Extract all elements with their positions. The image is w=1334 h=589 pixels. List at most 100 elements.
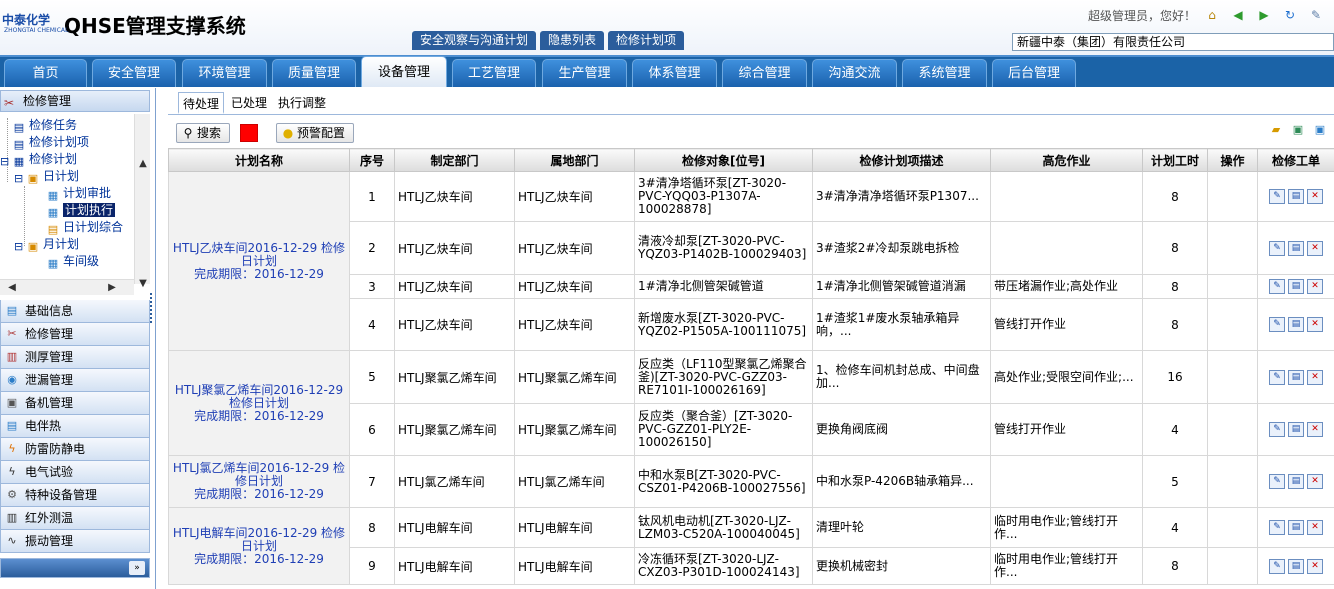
nav-tab-safety[interactable]: 安全管理 <box>92 59 176 87</box>
delete-order-icon[interactable]: ✕ <box>1307 369 1323 385</box>
view-order-icon[interactable]: ▤ <box>1288 520 1304 535</box>
plan-name-link[interactable]: HTLJ电解车间2016-12-29 检修日计划 <box>172 526 346 553</box>
alert-config-button[interactable]: ● 预警配置 <box>276 123 355 143</box>
col-seq[interactable]: 序号 <box>349 148 395 172</box>
delete-order-icon[interactable]: ✕ <box>1307 422 1323 437</box>
delete-order-icon[interactable]: ✕ <box>1307 240 1323 256</box>
nav-tab-environment[interactable]: 环境管理 <box>182 59 267 87</box>
table-row[interactable]: HTLJ乙炔车间2016-12-29 检修日计划 完成期限：2016-12-29 1… <box>168 171 1334 351</box>
plan-name-cell[interactable]: HTLJ氯乙烯车间2016-12-29 检修日计划 完成期限：2016-12-29 <box>168 455 350 508</box>
search-button[interactable]: ⚲ 搜索 <box>176 123 231 143</box>
module-vibration[interactable]: ∿ 振动管理 <box>0 530 150 553</box>
delete-order-icon[interactable]: ✕ <box>1307 317 1323 332</box>
tab-processed[interactable]: 已处理 <box>227 92 271 114</box>
red-status-button[interactable] <box>240 124 259 142</box>
nav-tab-system-admin[interactable]: 系统管理 <box>902 59 987 87</box>
tree-item-daily-plan[interactable]: ⊟ ▣ 日计划 <box>14 168 79 185</box>
tree-vertical-scrollbar[interactable]: ▲ ▼ <box>134 114 151 289</box>
tree-item-workshop[interactable]: ▦ 车间级 <box>46 253 99 270</box>
col-hours[interactable]: 计划工时 <box>1142 148 1208 172</box>
edit-order-icon[interactable]: ✎ <box>1269 474 1285 489</box>
nav-tab-equipment[interactable]: 设备管理 <box>361 56 447 87</box>
tree-horizontal-scrollbar[interactable]: ◀ ▶ <box>0 279 134 295</box>
table-row[interactable]: HTLJ聚氯乙烯车间2016-12-29 检修日计划 完成期限：2016-12-2… <box>168 350 1334 456</box>
col-description[interactable]: 检修计划项描述 <box>812 148 991 172</box>
table-row[interactable]: HTLJ电解车间2016-12-29 检修日计划 完成期限：2016-12-29 8… <box>168 507 1334 585</box>
plan-name-link[interactable]: HTLJ聚氯乙烯车间2016-12-29 检修日计划 <box>172 383 346 410</box>
view-order-icon[interactable]: ▤ <box>1288 474 1304 489</box>
nav-tab-communication[interactable]: 沟通交流 <box>812 59 897 87</box>
subtab-hazard-list[interactable]: 隐患列表 <box>540 31 605 50</box>
view-order-icon[interactable]: ▤ <box>1288 369 1304 385</box>
import-icon[interactable]: ▣ <box>1290 122 1306 138</box>
nav-tab-integrated[interactable]: 综合管理 <box>722 59 807 87</box>
nav-tab-system-mgmt[interactable]: 体系管理 <box>632 59 717 87</box>
view-order-icon[interactable]: ▤ <box>1288 279 1304 294</box>
nav-tab-home[interactable]: 首页 <box>4 59 87 87</box>
module-infrared[interactable]: ▥ 红外测温 <box>0 507 150 530</box>
delete-order-icon[interactable]: ✕ <box>1307 279 1323 294</box>
nav-tab-backend[interactable]: 后台管理 <box>992 59 1076 87</box>
delete-order-icon[interactable]: ✕ <box>1307 474 1323 489</box>
view-order-icon[interactable]: ▤ <box>1288 189 1304 204</box>
col-operation[interactable]: 操作 <box>1207 148 1258 172</box>
module-electric-heat[interactable]: ▤ 电伴热 <box>0 415 150 438</box>
module-special-equipment[interactable]: ⚙ 特种设备管理 <box>0 484 150 507</box>
scroll-up-icon[interactable]: ▲ <box>135 156 151 172</box>
tools-icon[interactable]: ✎ <box>1308 7 1324 23</box>
forward-icon[interactable]: ▶ <box>1256 7 1272 23</box>
plan-name-cell[interactable]: HTLJ电解车间2016-12-29 检修日计划 完成期限：2016-12-29 <box>168 507 350 585</box>
tree-item-tasks[interactable]: ▤ 检修任务 <box>12 117 77 134</box>
scroll-right-icon[interactable]: ▶ <box>104 280 120 296</box>
module-maintenance[interactable]: ✂ 检修管理 <box>0 323 150 346</box>
tree-item-daily-summary[interactable]: ▤ 日计划综合 <box>46 219 123 236</box>
tree-item-approval[interactable]: ▦ 计划审批 <box>46 185 111 202</box>
panel-splitter[interactable] <box>150 293 154 323</box>
module-lightning[interactable]: ϟ 防雷防静电 <box>0 438 150 461</box>
col-high-risk[interactable]: 高危作业 <box>990 148 1143 172</box>
plan-name-cell[interactable]: HTLJ乙炔车间2016-12-29 检修日计划 完成期限：2016-12-29 <box>168 171 350 351</box>
edit-order-icon[interactable]: ✎ <box>1269 558 1285 574</box>
delete-order-icon[interactable]: ✕ <box>1307 558 1323 574</box>
edit-order-icon[interactable]: ✎ <box>1269 189 1285 204</box>
nav-tab-production[interactable]: 生产管理 <box>542 59 627 87</box>
col-work-order[interactable]: 检修工单 <box>1257 148 1334 172</box>
edit-order-icon[interactable]: ✎ <box>1269 240 1285 256</box>
tree-item-monthly-plan[interactable]: ⊟ ▣ 月计划 <box>14 236 79 253</box>
col-dept[interactable]: 制定部门 <box>394 148 515 172</box>
view-order-icon[interactable]: ▤ <box>1288 558 1304 574</box>
nav-tab-process[interactable]: 工艺管理 <box>452 59 536 87</box>
edit-order-icon[interactable]: ✎ <box>1269 317 1285 332</box>
plan-name-link[interactable]: HTLJ氯乙烯车间2016-12-29 检修日计划 <box>172 462 346 488</box>
col-local-dept[interactable]: 属地部门 <box>514 148 635 172</box>
module-electrical-test[interactable]: ϟ 电气试验 <box>0 461 150 484</box>
back-icon[interactable]: ◀ <box>1230 7 1246 23</box>
expand-icon[interactable]: » <box>129 561 145 575</box>
tab-adjust[interactable]: 执行调整 <box>274 92 330 114</box>
tree-item-plan-items[interactable]: ▤ 检修计划项 <box>12 134 89 151</box>
plan-name-cell[interactable]: HTLJ聚氯乙烯车间2016-12-29 检修日计划 完成期限：2016-12-2… <box>168 350 350 456</box>
edit-order-icon[interactable]: ✎ <box>1269 369 1285 385</box>
plan-name-link[interactable]: HTLJ乙炔车间2016-12-29 检修日计划 <box>172 241 346 268</box>
view-order-icon[interactable]: ▤ <box>1288 317 1304 332</box>
subtab-safety-observation[interactable]: 安全观察与沟通计划 <box>412 31 537 50</box>
edit-order-icon[interactable]: ✎ <box>1269 520 1285 535</box>
company-select[interactable]: 新疆中泰（集团）有限责任公司 <box>1012 33 1334 51</box>
edit-order-icon[interactable]: ✎ <box>1269 422 1285 437</box>
panel-header[interactable]: ✂ 检修管理 <box>0 90 150 112</box>
edit-order-icon[interactable]: ✎ <box>1269 279 1285 294</box>
tree-item-execution[interactable]: ▦ 计划执行 <box>46 202 116 219</box>
tab-pending[interactable]: 待处理 <box>178 92 225 114</box>
table-row[interactable]: HTLJ氯乙烯车间2016-12-29 检修日计划 完成期限：2016-12-29… <box>168 455 1334 508</box>
scroll-left-icon[interactable]: ◀ <box>4 280 20 296</box>
view-order-icon[interactable]: ▤ <box>1288 240 1304 256</box>
home-icon[interactable]: ⌂ <box>1204 7 1220 23</box>
module-thickness[interactable]: ▥ 测厚管理 <box>0 346 150 369</box>
delete-order-icon[interactable]: ✕ <box>1307 189 1323 204</box>
module-standby[interactable]: ▣ 备机管理 <box>0 392 150 415</box>
col-object[interactable]: 检修对象[位号] <box>634 148 813 172</box>
folder-open-icon[interactable]: ▰ <box>1268 122 1284 138</box>
delete-order-icon[interactable]: ✕ <box>1307 520 1323 535</box>
subtab-maintenance-items[interactable]: 检修计划项 <box>608 31 685 50</box>
tree-item-plans[interactable]: ⊟ ▦ 检修计划 <box>0 151 77 168</box>
